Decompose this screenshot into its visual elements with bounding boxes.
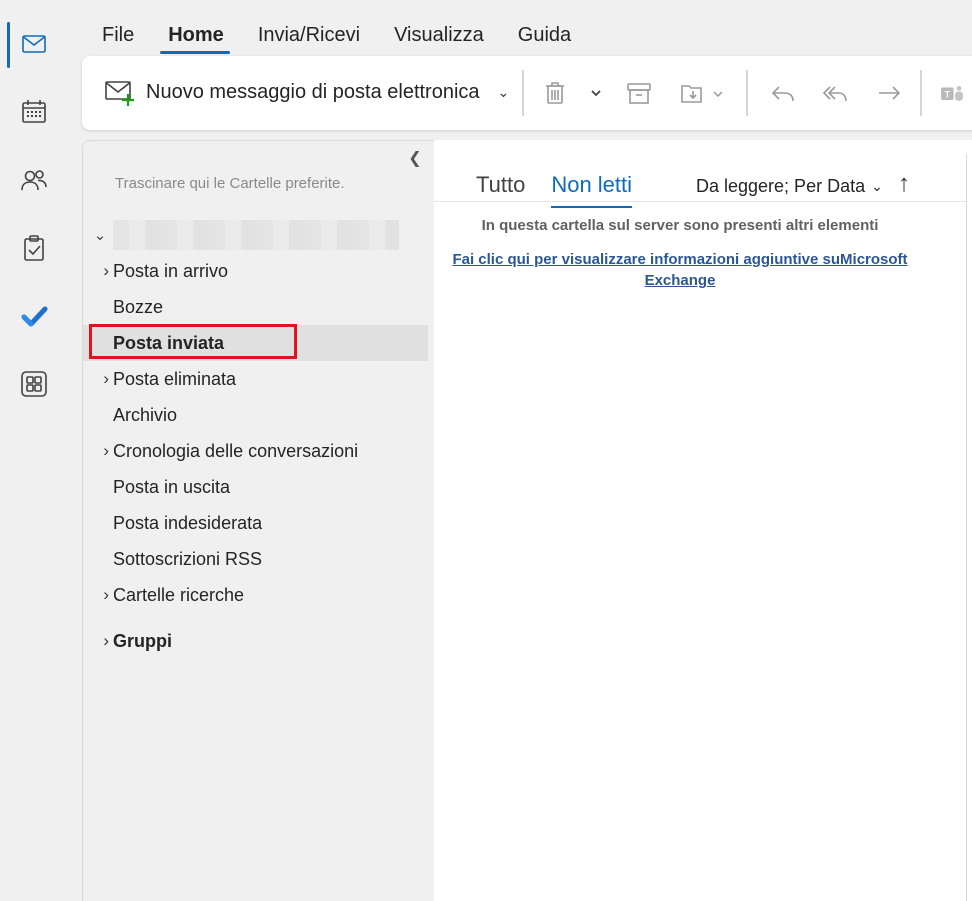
ribbon-divider	[746, 70, 748, 116]
reply-all-icon[interactable]	[818, 76, 852, 110]
chevron-right-icon[interactable]: ›	[83, 369, 113, 389]
calendar-icon[interactable]	[0, 88, 68, 136]
folder-label: Sottoscrizioni RSS	[113, 548, 263, 569]
divider	[434, 201, 966, 202]
menu-home[interactable]: Home	[148, 18, 238, 54]
groups-header[interactable]: › Gruppi	[83, 623, 428, 659]
folder-label: Posta in uscita	[113, 476, 231, 497]
folder-label: Posta eliminata	[113, 368, 237, 389]
new-message-label: Nuovo messaggio di posta elettronica	[146, 80, 480, 103]
ribbon-divider	[920, 70, 922, 116]
sort-dropdown[interactable]: Da leggere; Per Data ⌄	[696, 176, 883, 197]
people-icon[interactable]	[0, 156, 68, 204]
folder-archive[interactable]: Archivio	[83, 397, 428, 433]
chevron-down-icon: ⌄	[871, 178, 883, 194]
chevron-down-icon[interactable]: ⌄	[83, 226, 111, 244]
groups-label: Gruppi	[113, 630, 172, 651]
tab-unread[interactable]: Non letti	[551, 172, 632, 208]
new-message-dropdown-icon[interactable]: ⌄	[498, 84, 510, 101]
ribbon: Nuovo messaggio di posta elettronica ⌄ T	[82, 56, 972, 130]
tasks-icon[interactable]	[0, 224, 68, 272]
new-message-button[interactable]: Nuovo messaggio di posta elettronica ⌄	[104, 74, 509, 110]
menu-bar: File Home Invia/Ricevi Visualizza Guida	[82, 18, 585, 54]
folder-junk[interactable]: Posta indesiderata	[83, 505, 428, 541]
svg-text:T: T	[944, 89, 950, 99]
menu-file[interactable]: File	[82, 18, 148, 52]
exchange-info-link[interactable]: Fai clic qui per visualizzare informazio…	[434, 249, 926, 291]
move-icon[interactable]	[676, 76, 710, 110]
chevron-right-icon[interactable]: ›	[83, 261, 113, 281]
chevron-right-icon[interactable]: ›	[83, 441, 113, 461]
tab-all[interactable]: Tutto	[476, 172, 525, 204]
reply-icon[interactable]	[766, 76, 800, 110]
server-items-info: In questa cartella sul server sono prese…	[481, 217, 879, 234]
todo-icon[interactable]	[0, 292, 68, 340]
folder-drafts[interactable]: Bozze	[83, 289, 428, 325]
selection-highlight-box	[89, 324, 297, 359]
archive-icon[interactable]	[622, 76, 656, 110]
folder-label: Archivio	[113, 404, 178, 425]
apps-icon[interactable]	[0, 360, 68, 408]
folder-pane: ❮ Trascinare qui le Cartelle preferite. …	[82, 140, 434, 901]
folder-label: Cronologia delle conversazioni	[113, 440, 359, 461]
folder-inbox[interactable]: › Posta in arrivo	[83, 253, 428, 289]
teams-icon[interactable]: T	[934, 76, 970, 110]
sort-direction-icon[interactable]: ↑	[898, 170, 910, 198]
move-dropdown-icon[interactable]	[708, 76, 728, 110]
menu-help[interactable]: Guida	[498, 18, 585, 52]
collapse-pane-icon[interactable]: ❮	[405, 149, 425, 169]
folder-search[interactable]: › Cartelle ricerche	[83, 577, 428, 613]
folder-label: Bozze	[113, 296, 164, 317]
folder-deleted[interactable]: › Posta eliminata	[83, 361, 428, 397]
favorites-hint: Trascinare qui le Cartelle preferite.	[115, 175, 345, 192]
chevron-right-icon[interactable]: ›	[83, 631, 113, 651]
new-mail-icon	[105, 81, 134, 106]
filter-tabs: Tutto Non letti	[476, 172, 632, 208]
delete-icon[interactable]	[538, 76, 572, 110]
delete-dropdown-icon[interactable]	[582, 76, 610, 110]
folder-label: Posta in arrivo	[113, 260, 229, 281]
mail-icon[interactable]	[0, 20, 68, 68]
forward-icon[interactable]	[872, 76, 906, 110]
message-list: Tutto Non letti Da leggere; Per Data ⌄ ↑…	[434, 140, 972, 901]
app-rail	[0, 0, 68, 901]
folder-label: Cartelle ricerche	[113, 584, 245, 605]
menu-send-receive[interactable]: Invia/Ricevi	[238, 18, 374, 52]
folder-label: Posta indesiderata	[113, 512, 263, 533]
ribbon-divider	[522, 70, 524, 116]
account-name-redacted	[113, 220, 399, 250]
menu-view[interactable]: Visualizza	[374, 18, 498, 52]
account-header[interactable]: ⌄	[83, 217, 428, 253]
folder-rss[interactable]: Sottoscrizioni RSS	[83, 541, 428, 577]
sort-label: Da leggere; Per Data	[696, 176, 866, 196]
folder-conversation-history[interactable]: › Cronologia delle conversazioni	[83, 433, 428, 469]
folder-outbox[interactable]: Posta in uscita	[83, 469, 428, 505]
chevron-right-icon[interactable]: ›	[83, 585, 113, 605]
pane-border	[966, 154, 967, 901]
